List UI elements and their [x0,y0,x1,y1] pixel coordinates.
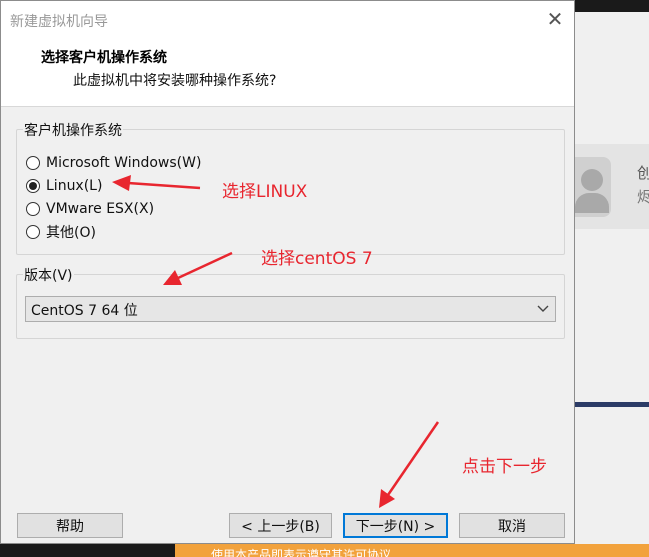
annotation-select-centos: 选择centOS 7 [261,249,373,269]
help-button[interactable]: 帮助 [17,513,123,538]
background-accent-bar [575,402,649,407]
dialog-titlebar[interactable]: 新建虚拟机向导 ✕ [1,1,574,37]
back-button[interactable]: < 上一步(B) [229,513,332,538]
radio-button[interactable] [26,202,40,216]
radio-os-vmware-esx[interactable]: VMware ESX(X) [26,199,154,219]
background-card-text-2: 烬 [637,188,649,206]
radio-label: VMware ESX(X) [46,201,155,217]
version-select[interactable]: CentOS 7 64 位 [25,296,556,322]
version-group-label: 版本(V) [23,265,74,285]
avatar-head [581,169,603,191]
radio-label: Microsoft Windows(W) [46,155,202,171]
close-icon[interactable]: ✕ [545,8,565,30]
radio-label: Linux(L) [46,178,103,194]
background-card-text-1: 创 [637,164,649,182]
cancel-button[interactable]: 取消 [459,513,565,538]
background-notice-banner: 使用本产品即表示遵守其许可协议 [175,544,649,557]
radio-label: 其他(O) [46,225,96,241]
chevron-down-icon[interactable] [536,301,550,315]
radio-os-windows[interactable]: Microsoft Windows(W) [26,153,201,173]
page-subtitle: 此虚拟机中将安装哪种操作系统? [73,73,277,89]
radio-os-other[interactable]: 其他(O) [26,222,96,242]
radio-button[interactable] [26,225,40,239]
background-banner-text: 使用本产品即表示遵守其许可协议 [211,548,392,557]
avatar-body [575,193,609,213]
radio-button[interactable] [26,156,40,170]
next-button[interactable]: 下一步(N) > [343,513,448,538]
version-select-value: CentOS 7 64 位 [31,303,138,319]
page-title: 选择客户机操作系统 [41,50,167,66]
annotation-select-linux: 选择LINUX [222,182,308,202]
dialog-title: 新建虚拟机向导 [10,14,108,30]
wizard-header: 选择客户机操作系统 此虚拟机中将安装哪种操作系统? [1,37,574,107]
avatar [575,157,611,217]
guest-os-group-label: 客户机操作系统 [23,120,123,140]
radio-button[interactable] [26,179,40,193]
annotation-click-next: 点击下一步 [462,457,547,477]
background-app-window: 创 烬 [575,12,649,557]
radio-os-linux[interactable]: Linux(L) [26,176,102,196]
